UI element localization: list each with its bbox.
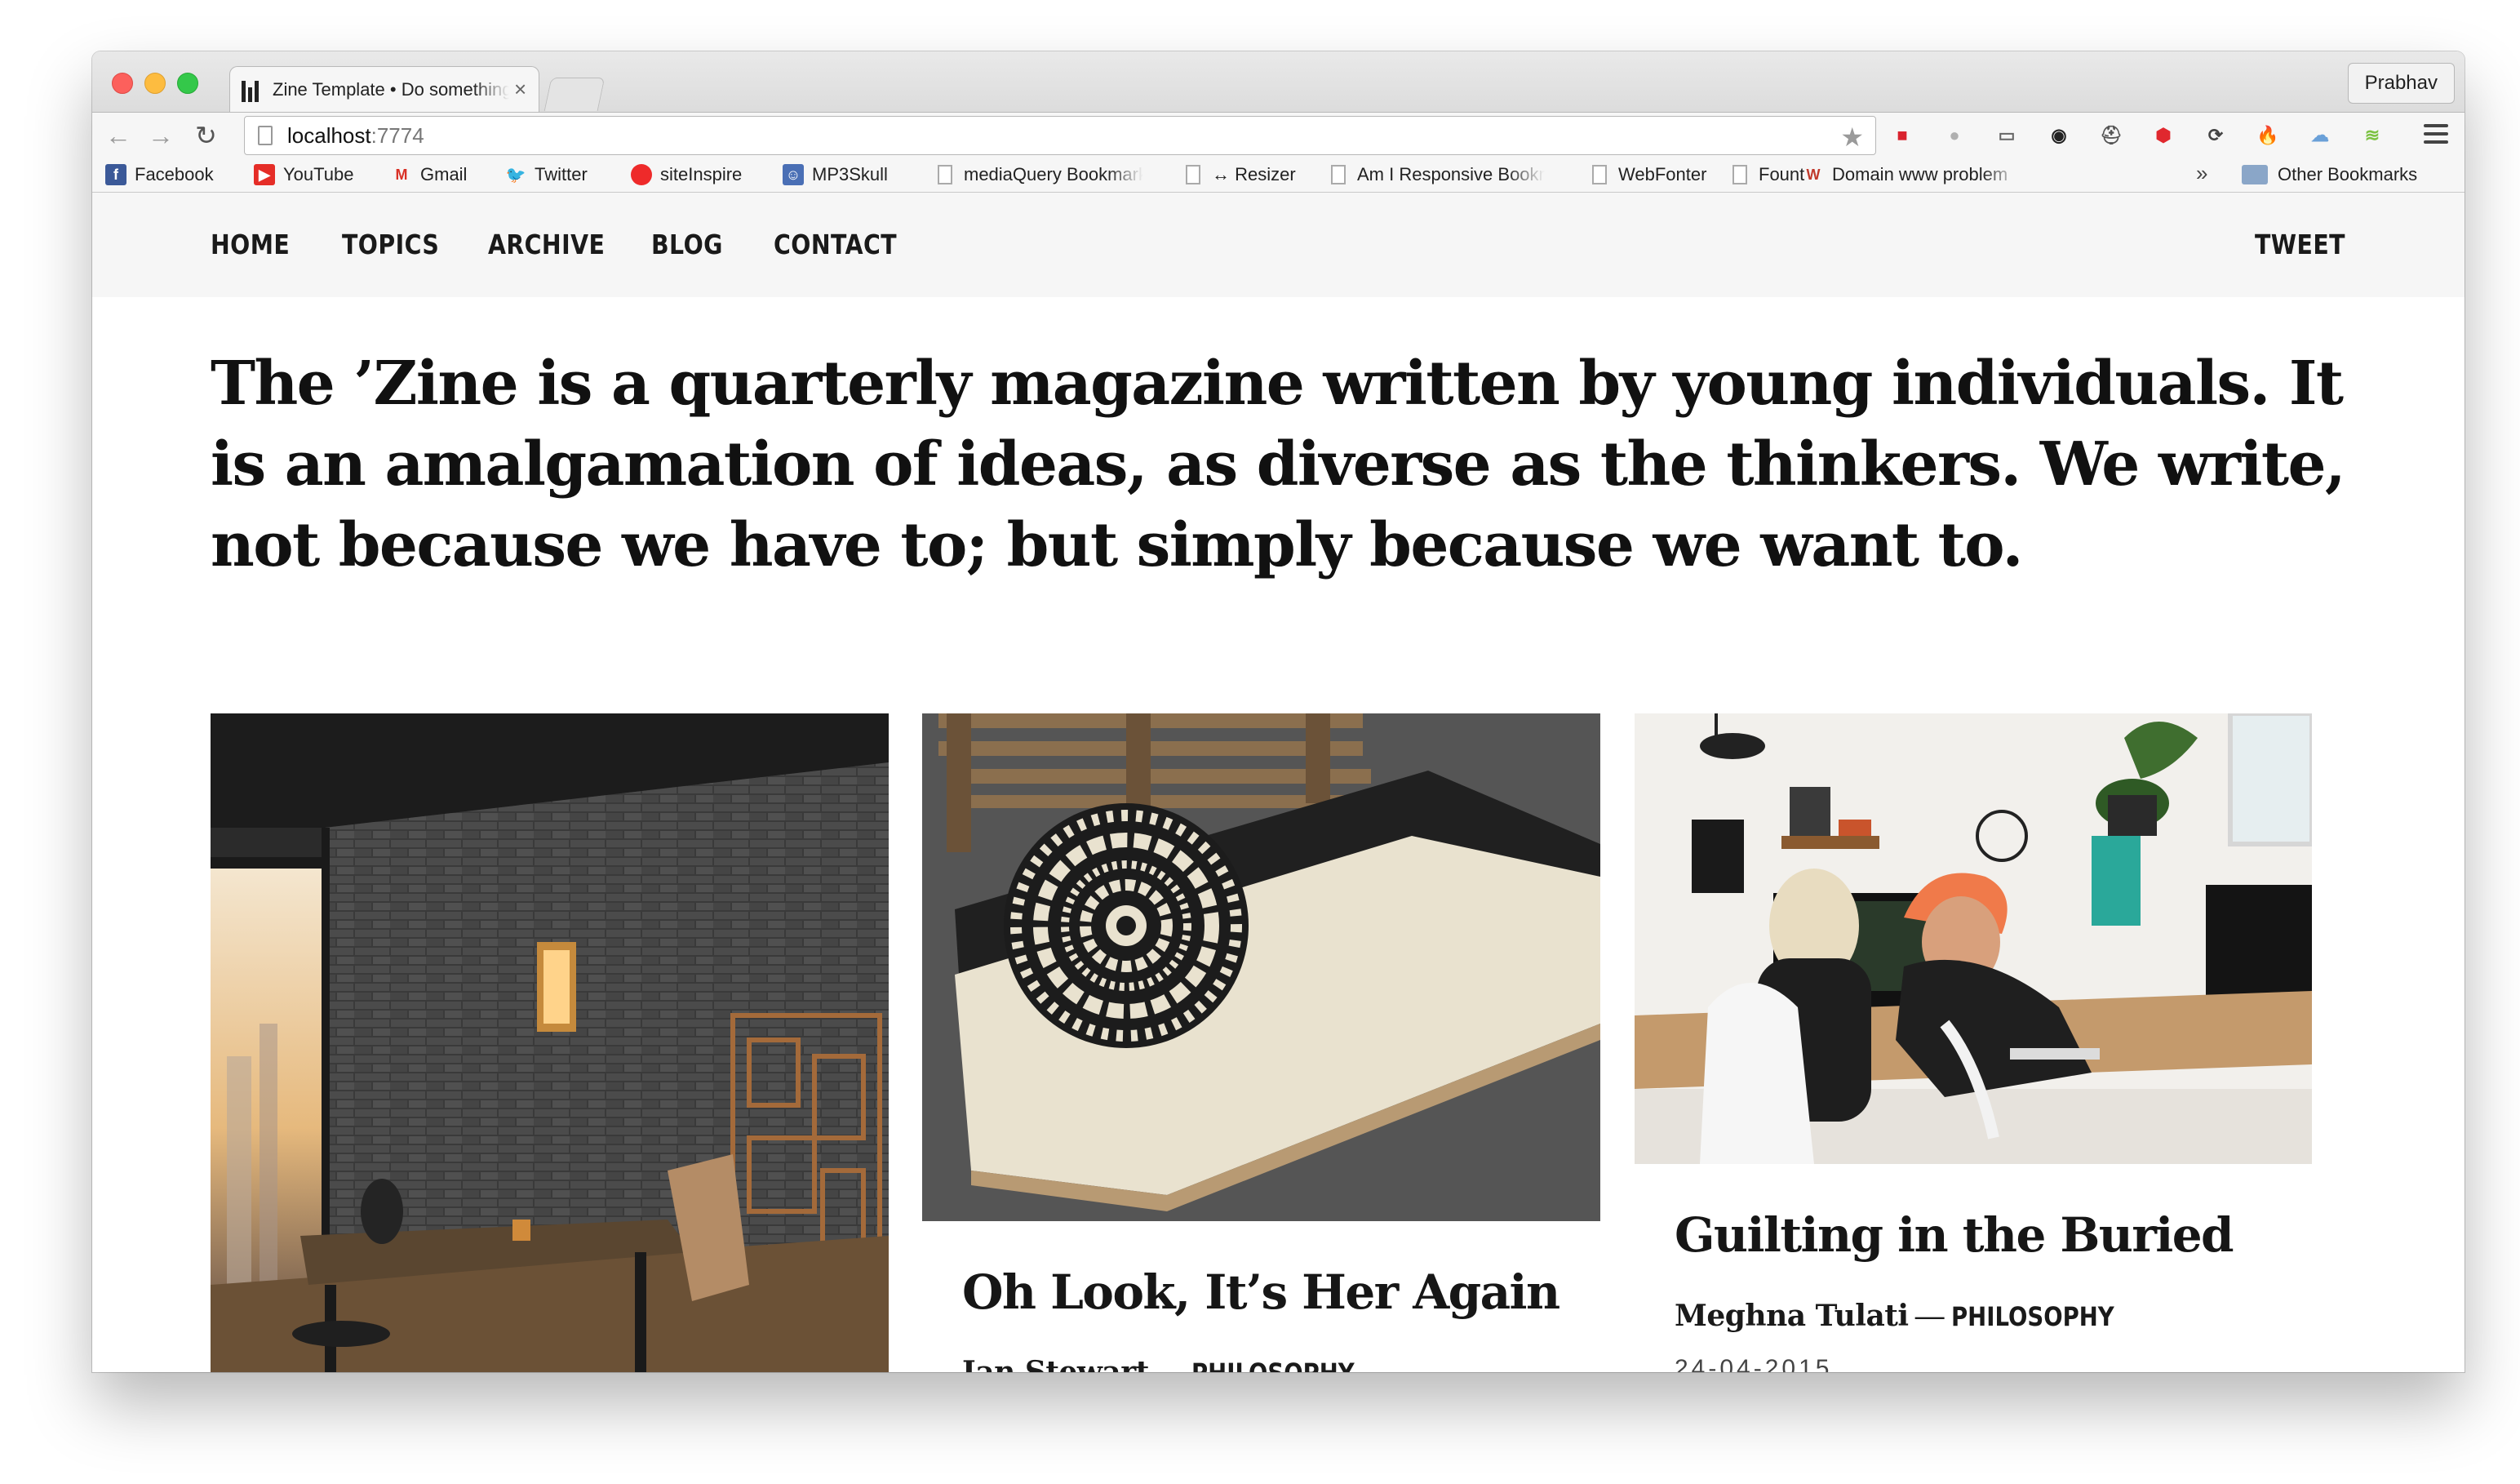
page-icon [1186, 165, 1200, 184]
bookmark-label: ↔ Resizer [1212, 164, 1296, 184]
twitter-icon: 🐦 [505, 166, 526, 184]
bookmark-label: Facebook [135, 164, 214, 184]
page-icon [1732, 165, 1747, 184]
bookmark-label: Am I Responsive Bookmarklet [1357, 164, 1545, 184]
siteinspire-icon [631, 164, 652, 185]
intro-statement: The ’Zine is a quarterly magazine writte… [211, 349, 2346, 580]
card-2-author[interactable]: Ian Stewart [962, 1355, 1149, 1372]
zine-favicon-icon [242, 78, 266, 102]
bookmarks-overflow-icon[interactable]: » [2196, 161, 2207, 186]
card-2-topic[interactable]: PHILOSOPHY [1191, 1357, 1355, 1372]
page-icon [1592, 165, 1607, 184]
wikipedia-icon: W [1806, 166, 1821, 183]
reload-icon[interactable]: ↻ [195, 119, 217, 152]
address-bar[interactable]: localhost:7774 ★ [244, 116, 1876, 155]
bookmark-label: mediaQuery Bookmarklet [964, 164, 1143, 184]
bookmark-label: MP3Skull [812, 164, 888, 184]
bookmark-resizer[interactable]: ↔ Resizer [1186, 162, 1296, 187]
nav-blog-link[interactable]: BLOG [651, 229, 723, 260]
tab-title: Zine Template • Do something [273, 78, 509, 100]
chrome-menu-icon[interactable] [2424, 124, 2448, 149]
bookmark-label: Gmail [420, 164, 468, 184]
ext-red-icon[interactable]: ■ [1888, 121, 1917, 150]
youtube-icon: ▶ [254, 164, 275, 185]
ext-hat-icon[interactable]: ⛑ [2096, 121, 2126, 150]
nav-archive-link[interactable]: ARCHIVE [488, 229, 605, 260]
card-2-title[interactable]: Oh Look, It’s Her Again [962, 1264, 1560, 1320]
new-tab-button[interactable] [543, 78, 606, 111]
ext-dark-icon[interactable]: ◉ [2044, 121, 2074, 150]
bookmark-fount[interactable]: Fount [1732, 162, 1804, 187]
tweet-link[interactable]: TWEET [2255, 229, 2345, 260]
gmail-icon: M [395, 166, 408, 183]
doily-stencil-image [922, 713, 1600, 1221]
browser-window: Zine Template • Do something × Prabhav ←… [92, 51, 2465, 1372]
page-icon [1331, 165, 1346, 184]
ext-sync-icon[interactable]: ⟳ [2201, 121, 2230, 150]
bookmark-mediaquery-bookmarklet[interactable]: mediaQuery Bookmarklet [938, 162, 1143, 187]
card-3-meta: Meghna Tulati — PHILOSOPHY [1675, 1299, 2141, 1333]
card-2-image[interactable] [922, 713, 1600, 1221]
card-2-dash: — [1155, 1355, 1185, 1372]
card-3-image[interactable] [1635, 713, 2312, 1164]
page-icon [258, 126, 273, 145]
forward-icon[interactable]: → [148, 119, 174, 152]
ext-fire-icon[interactable]: 🔥 [2253, 121, 2283, 150]
nav-home-link[interactable]: HOME [211, 229, 290, 260]
ext-wave-icon[interactable]: ≋ [2358, 121, 2387, 150]
bookmark-twitter[interactable]: 🐦 Twitter [505, 162, 588, 187]
bookmark-domain-www-problem[interactable]: W Domain www problem [1803, 162, 2020, 187]
loft-interior-image [211, 713, 889, 1372]
url-host: localhost [287, 122, 371, 148]
nav-contact-link[interactable]: CONTACT [774, 229, 897, 260]
bookmark-star-icon[interactable]: ★ [1840, 122, 1864, 153]
ext-grey-icon[interactable]: ● [1940, 121, 1969, 150]
minimize-window-button[interactable] [144, 73, 166, 94]
page-icon [938, 165, 952, 184]
toolbar: ← → ↻ localhost:7774 ★ ■ ● ▭ ◉ ⛑ ⬢ ⟳ 🔥 ☁ ≋ [92, 112, 2465, 158]
office-scene-image [1635, 713, 2312, 1164]
bookmark-label: siteInspire [660, 164, 743, 184]
other-bookmarks-label: Other Bookmarks [2278, 164, 2418, 184]
other-bookmarks-folder[interactable]: Other Bookmarks [2242, 162, 2417, 187]
close-window-button[interactable] [112, 73, 133, 94]
nav-topics-link[interactable]: TOPICS [342, 229, 439, 260]
profile-button[interactable]: Prabhav [2347, 63, 2455, 104]
bookmark-mp3skull[interactable]: ☺ MP3Skull [783, 162, 888, 187]
facebook-icon: f [105, 164, 126, 185]
zoom-window-button[interactable] [177, 73, 198, 94]
folder-icon [2242, 165, 2268, 184]
bookmark-youtube[interactable]: ▶ YouTube [254, 162, 353, 187]
bookmark-label: Fount [1759, 164, 1805, 184]
site-header: HOME TOPICS ARCHIVE BLOG CONTACT TWEET [92, 193, 2465, 297]
bookmark-facebook[interactable]: f Facebook [105, 162, 214, 187]
ext-shield-icon[interactable]: ⬢ [2149, 121, 2178, 150]
bookmark-am-i-responsive-bookmarklet[interactable]: Am I Responsive Bookmarklet [1331, 162, 1545, 187]
tab-strip: Zine Template • Do something × Prabhav [92, 51, 2465, 112]
back-icon[interactable]: ← [105, 119, 131, 152]
card-2-meta: Ian Stewart — PHILOSOPHY [962, 1355, 1381, 1372]
bookmark-webfonter[interactable]: WebFonter [1592, 162, 1706, 187]
card-1-image[interactable] [211, 713, 889, 1372]
card-3-topic[interactable]: PHILOSOPHY [1951, 1301, 2114, 1332]
bookmark-label: YouTube [283, 164, 354, 184]
mp3skull-icon: ☺ [783, 164, 804, 185]
card-3-date: 24-04-2015 [1675, 1355, 1833, 1372]
bookmark-gmail[interactable]: M Gmail [391, 162, 468, 187]
bookmark-label: WebFonter [1618, 164, 1707, 184]
ext-cloud-icon[interactable]: ☁ [2305, 121, 2335, 150]
bookmark-label: Twitter [535, 164, 588, 184]
card-3-dash: — [1914, 1299, 1945, 1332]
bookmark-label: Domain www problem [1832, 164, 2008, 184]
bookmark-siteinspire[interactable]: siteInspire [631, 162, 742, 187]
bookmarks-bar: » Other Bookmarks f Facebook ▶ YouTube M Gmai… [92, 158, 2465, 193]
cast-icon[interactable]: ▭ [1992, 121, 2021, 150]
card-3-title[interactable]: Guilting in the Buried [1675, 1207, 2234, 1263]
close-tab-icon[interactable]: × [514, 77, 526, 102]
tab-active[interactable]: Zine Template • Do something × [229, 66, 539, 112]
card-3-author[interactable]: Meghna Tulati [1675, 1299, 1909, 1333]
url-port: :7774 [370, 122, 424, 148]
